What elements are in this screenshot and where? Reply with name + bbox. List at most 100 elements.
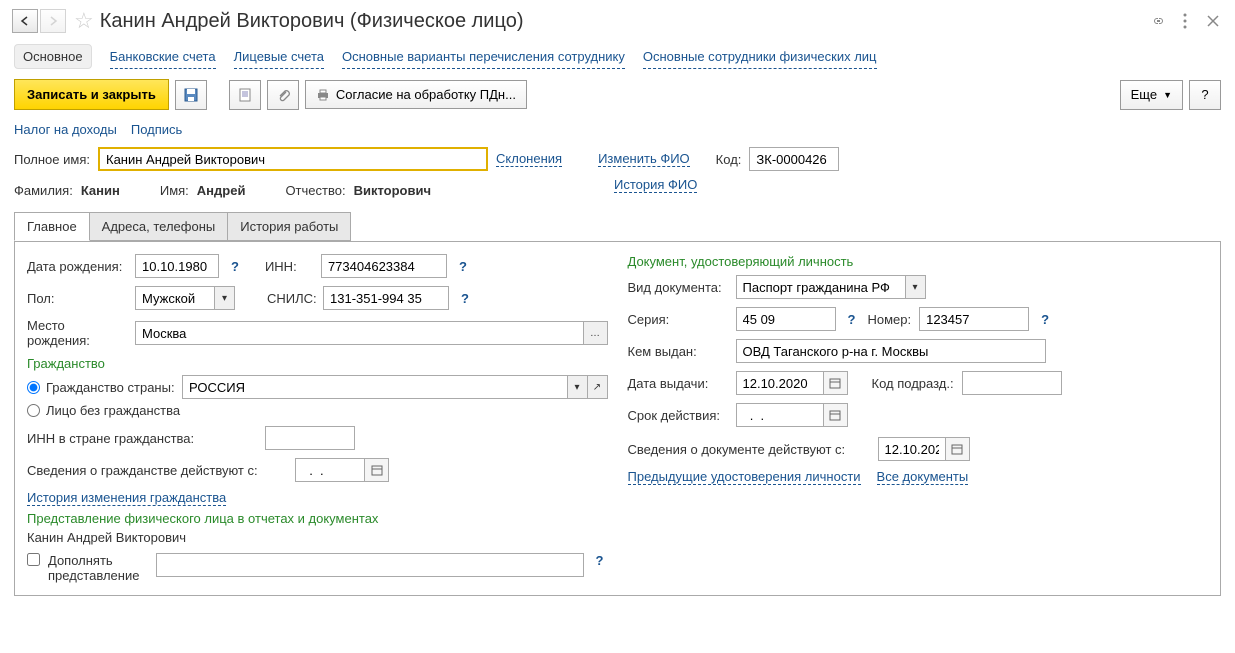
link-icon[interactable]	[1147, 11, 1167, 31]
country-input[interactable]	[182, 375, 568, 399]
supplement-label: Дополнять представление	[48, 553, 148, 583]
doc-header: Документ, удостоверяющий личность	[628, 254, 1209, 269]
series-input[interactable]	[736, 307, 836, 331]
dob-label: Дата рождения:	[27, 259, 127, 274]
doc-type-dropdown-btn[interactable]: ▾	[906, 275, 926, 299]
citizenship-from-label: Сведения о гражданстве действуют с:	[27, 463, 287, 478]
sex-dropdown-btn[interactable]: ▾	[215, 286, 235, 310]
calendar-icon	[951, 443, 963, 455]
name-value: Андрей	[197, 183, 246, 198]
prev-docs-link[interactable]: Предыдущие удостоверения личности	[628, 469, 861, 485]
page-title: Канин Андрей Викторович (Физическое лицо…	[100, 10, 1147, 33]
sex-input[interactable]	[135, 286, 215, 310]
doc-type-input[interactable]	[736, 275, 906, 299]
patronymic-label: Отчество:	[285, 183, 345, 198]
dept-code-label: Код подразд.:	[872, 376, 954, 391]
doc-type-label: Вид документа:	[628, 280, 728, 295]
save-close-button[interactable]: Записать и закрыть	[14, 79, 169, 110]
country-open-btn[interactable]: ↗	[588, 375, 608, 399]
close-icon[interactable]	[1203, 11, 1223, 31]
doc-button[interactable]	[229, 80, 261, 110]
patronymic-value: Викторович	[354, 183, 431, 198]
help-button[interactable]: ?	[1189, 80, 1221, 110]
supplement-checkbox[interactable]	[27, 553, 40, 566]
number-label: Номер:	[867, 312, 911, 327]
back-button[interactable]	[12, 9, 38, 33]
valid-until-calendar-btn[interactable]	[824, 403, 848, 427]
valid-until-input[interactable]	[736, 403, 824, 427]
surname-value: Канин	[81, 183, 120, 198]
code-input[interactable]	[749, 147, 839, 171]
snils-input[interactable]	[323, 286, 449, 310]
kebab-menu-icon[interactable]	[1175, 11, 1195, 31]
favorite-star-icon[interactable]: ☆	[74, 8, 94, 34]
representation-header: Представление физического лица в отчетах…	[27, 511, 608, 526]
tab-contacts[interactable]: Адреса, телефоны	[89, 212, 229, 241]
save-icon	[184, 88, 198, 102]
representation-value: Канин Андрей Викторович	[27, 530, 608, 545]
fullname-input[interactable]	[98, 147, 488, 171]
issue-date-input[interactable]	[736, 371, 824, 395]
birthplace-select-btn[interactable]: …	[584, 321, 608, 345]
doc-from-input[interactable]	[878, 437, 946, 461]
country-dropdown-btn[interactable]: ▾	[568, 375, 588, 399]
dob-input[interactable]	[135, 254, 219, 278]
tab-history[interactable]: История работы	[227, 212, 351, 241]
stateless-radio[interactable]	[27, 404, 40, 417]
calendar-icon	[829, 377, 841, 389]
name-label: Имя:	[160, 183, 189, 198]
doc-from-calendar-btn[interactable]	[946, 437, 970, 461]
tab-main[interactable]: Главное	[14, 212, 90, 241]
forward-button[interactable]	[40, 9, 66, 33]
save-button[interactable]	[175, 80, 207, 110]
doc-from-label: Сведения о документе действуют с:	[628, 442, 870, 457]
issued-by-label: Кем выдан:	[628, 344, 728, 359]
issue-date-calendar-btn[interactable]	[824, 371, 848, 395]
all-docs-link[interactable]: Все документы	[877, 469, 969, 485]
nav-employees[interactable]: Основные сотрудники физических лиц	[643, 45, 877, 69]
inn-help[interactable]: ?	[455, 259, 471, 274]
number-input[interactable]	[919, 307, 1029, 331]
tax-link[interactable]: Налог на доходы	[14, 122, 117, 137]
issue-date-label: Дата выдачи:	[628, 376, 728, 391]
inn-label: ИНН:	[265, 259, 313, 274]
change-fio-link[interactable]: Изменить ФИО	[598, 151, 690, 167]
sign-link[interactable]: Подпись	[131, 122, 182, 137]
citizenship-country-radio[interactable]	[27, 381, 40, 394]
nav-personal[interactable]: Лицевые счета	[234, 45, 324, 69]
inn-country-label: ИНН в стране гражданства:	[27, 431, 257, 446]
nav-transfer[interactable]: Основные варианты перечисления сотрудник…	[342, 45, 625, 69]
citizenship-from-calendar-btn[interactable]	[365, 458, 389, 482]
dept-code-input[interactable]	[962, 371, 1062, 395]
consent-button[interactable]: Согласие на обработку ПДн...	[305, 80, 527, 109]
paperclip-icon	[276, 88, 290, 102]
dob-help[interactable]: ?	[227, 259, 243, 274]
citizenship-header: Гражданство	[27, 356, 608, 371]
birthplace-input[interactable]	[135, 321, 584, 345]
series-help[interactable]: ?	[844, 312, 860, 327]
more-button[interactable]: Еще ▼	[1120, 80, 1183, 110]
inn-country-input[interactable]	[265, 426, 355, 450]
attach-button[interactable]	[267, 80, 299, 110]
calendar-icon	[829, 409, 841, 421]
number-help[interactable]: ?	[1037, 312, 1053, 327]
sex-label: Пол:	[27, 291, 127, 306]
series-label: Серия:	[628, 312, 728, 327]
history-fio-link[interactable]: История ФИО	[614, 177, 697, 193]
issued-by-input[interactable]	[736, 339, 1046, 363]
supplement-help[interactable]: ?	[592, 553, 608, 568]
print-icon	[316, 88, 330, 102]
declensions-link[interactable]: Склонения	[496, 151, 562, 167]
citizenship-from-input[interactable]	[295, 458, 365, 482]
valid-until-label: Срок действия:	[628, 408, 728, 423]
nav-bank[interactable]: Банковские счета	[110, 45, 216, 69]
code-label: Код:	[716, 152, 742, 167]
snils-help[interactable]: ?	[457, 291, 473, 306]
doc-icon	[239, 88, 251, 102]
inn-input[interactable]	[321, 254, 447, 278]
supplement-input[interactable]	[156, 553, 584, 577]
citizenship-history-link[interactable]: История изменения гражданства	[27, 490, 226, 506]
calendar-icon	[371, 464, 383, 476]
nav-main[interactable]: Основное	[14, 44, 92, 69]
snils-label: СНИЛС:	[267, 291, 315, 306]
